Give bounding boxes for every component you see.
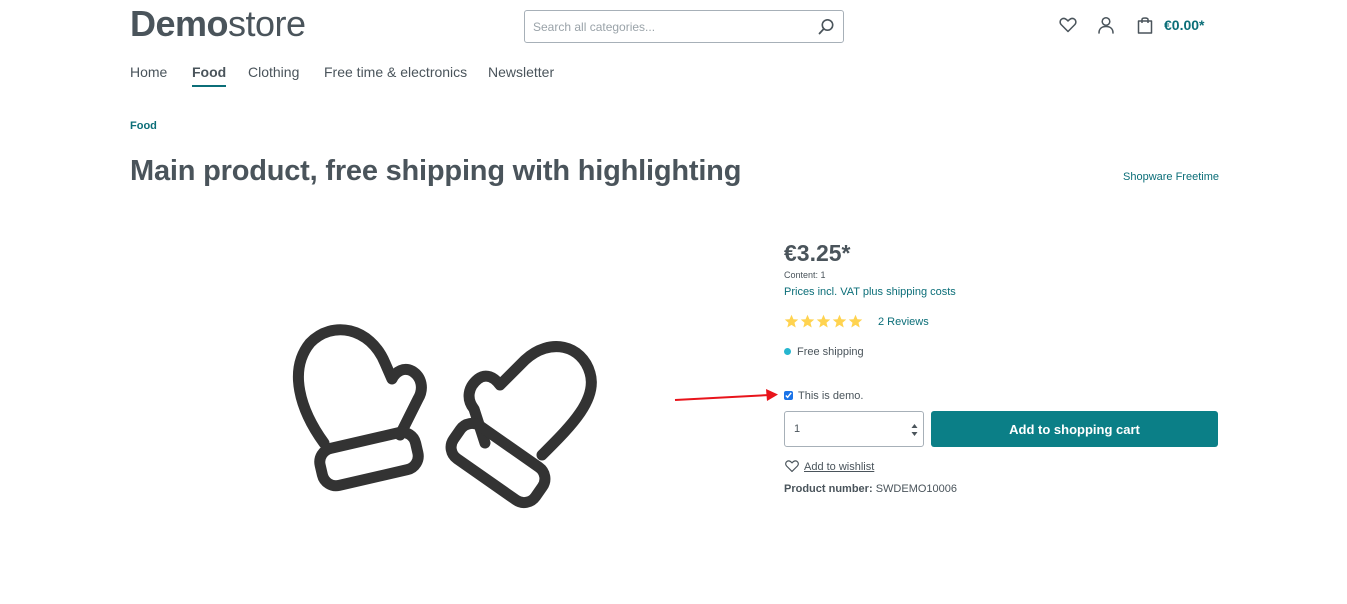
quantity-value: 1 [794,423,801,435]
logo-bold-text: Demo [130,3,229,44]
nav-item-clothing[interactable]: Clothing [248,64,299,80]
heart-icon [785,460,799,473]
tax-shipping-link[interactable]: Prices incl. VAT plus shipping costs [784,286,956,298]
cart-bag-icon[interactable] [1135,15,1155,35]
cart-total[interactable]: €0.00* [1164,17,1204,33]
wishlist-heart-icon[interactable] [1058,15,1078,35]
star-icon [848,314,863,328]
product-number-label: Product number: [784,483,873,495]
search-input[interactable] [525,11,805,42]
search-icon[interactable] [817,18,835,36]
delivery-status-dot [784,347,791,355]
breadcrumb[interactable]: Food [130,120,157,132]
demo-checkbox[interactable] [784,390,793,400]
store-logo[interactable]: Demostore [130,5,306,43]
nav-item-food[interactable]: Food [192,64,227,87]
manufacturer-link[interactable]: Shopware Freetime [1123,171,1219,183]
star-icon [816,314,831,328]
mittens-icon [280,315,610,515]
product-title: Main product, free shipping with highlig… [130,155,742,187]
product-number-value: SWDEMO10006 [875,483,957,495]
delivery-info: Free shipping [784,346,864,358]
rating-stars [784,314,864,330]
reviews-link[interactable]: 2 Reviews [878,316,929,328]
nav-item-newsletter[interactable]: Newsletter [488,64,554,80]
star-icon [832,314,847,328]
star-icon [784,314,799,328]
annotation-arrow-icon [674,389,778,401]
product-price: €3.25* [784,240,851,266]
add-to-wishlist-link[interactable]: Add to wishlist [784,460,874,474]
add-to-cart-button[interactable]: Add to shopping cart [931,411,1218,447]
search-bar [524,10,844,43]
delivery-text: Free shipping [797,346,864,358]
wishlist-label: Add to wishlist [804,460,875,473]
logo-light-text: store [228,3,306,44]
nav-item-free-time-electronics[interactable]: Free time & electronics [324,64,467,80]
quantity-select[interactable]: 1 [784,411,924,447]
demo-checkbox-row: This is demo. [784,390,863,402]
demo-checkbox-label: This is demo. [798,390,864,402]
nav-item-home[interactable]: Home [130,64,167,80]
account-icon[interactable] [1096,15,1116,35]
star-icon [800,314,815,328]
select-arrows-icon [911,424,918,436]
content-info: Content: 1 [784,270,826,280]
product-number: Product number: SWDEMO10006 [784,483,957,495]
